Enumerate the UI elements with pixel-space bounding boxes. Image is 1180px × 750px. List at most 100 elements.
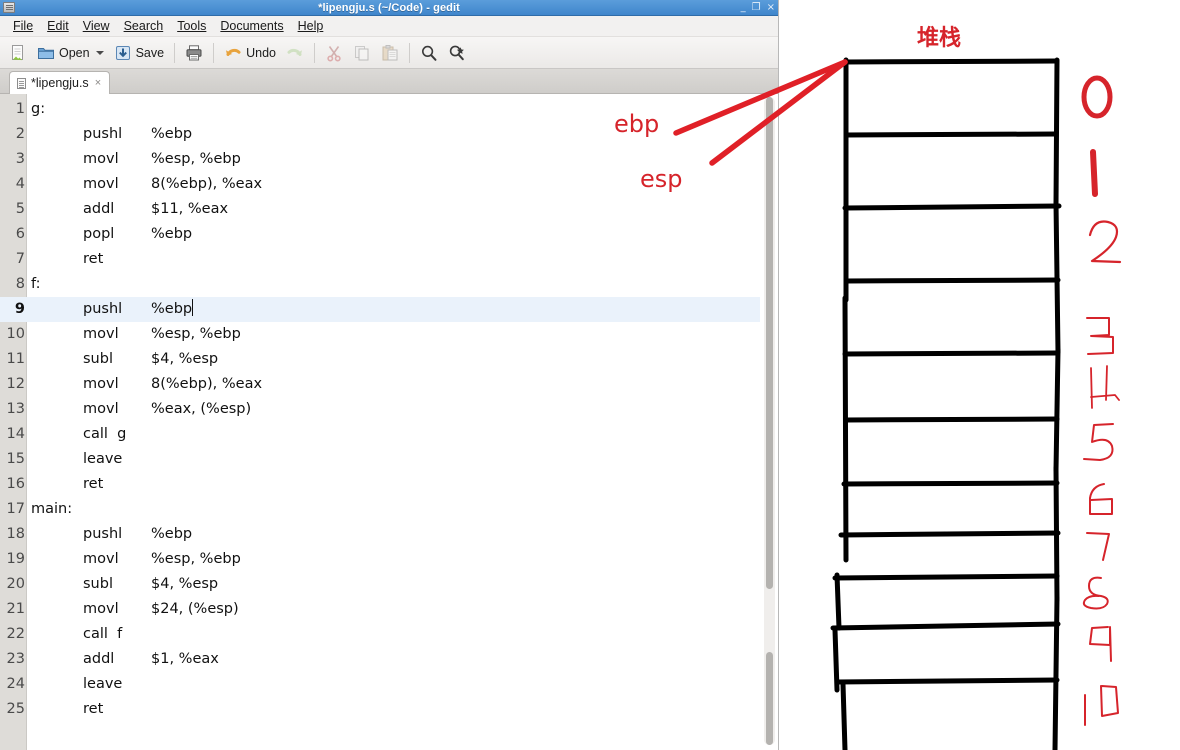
code-text[interactable]: ret [27,697,760,722]
code-text[interactable]: addl $1, %eax [27,647,760,672]
code-line-13[interactable]: 13 movl %eax, (%esp) [0,397,760,422]
open-button[interactable]: Open [33,40,108,66]
undo-button[interactable]: Undo [220,40,280,66]
code-text[interactable]: subl $4, %esp [27,347,760,372]
code-line-5[interactable]: 5 addl $11, %eax [0,197,760,222]
code-text[interactable]: movl %eax, (%esp) [27,397,760,422]
code-line-17[interactable]: 17 main: [0,497,760,522]
maximize-button[interactable]: ❐ [752,0,761,16]
replace-button[interactable] [444,40,470,66]
code-operands: $1, %eax [151,651,219,667]
code-text[interactable]: main: [27,497,760,522]
redo-button[interactable] [282,40,308,66]
menu-help[interactable]: Help [291,16,331,36]
line-number: 5 [15,201,25,217]
code-text[interactable]: pushl %ebp [27,297,760,322]
tab-close-icon[interactable]: × [95,77,101,89]
code-line-22[interactable]: 22 call f [0,622,760,647]
code-text[interactable]: movl 8(%ebp), %eax [27,372,760,397]
scrollbar-thumb-lower[interactable] [766,652,773,745]
code-line-11[interactable]: 11 subl $4, %esp [0,347,760,372]
code-text[interactable]: call g [27,422,760,447]
code-line-19[interactable]: 19 movl %esp, %ebp [0,547,760,572]
close-button[interactable]: × [767,0,775,16]
code-text[interactable]: movl $24, (%esp) [27,597,760,622]
code-text[interactable]: f: [27,272,760,297]
cell-index-4 [1090,365,1120,409]
cut-button[interactable] [321,40,347,66]
code-line-15[interactable]: 15 leave [0,447,760,472]
code-line-25[interactable]: 25 ret [0,697,760,722]
code-operands: %esp, %ebp [151,151,241,167]
menu-edit[interactable]: Edit [40,16,76,36]
menubar: File Edit View Search Tools Documents He… [0,16,778,37]
printer-icon [185,44,203,62]
menu-documents[interactable]: Documents [213,16,290,36]
code-line-20[interactable]: 20 subl $4, %esp [0,572,760,597]
code-line-21[interactable]: 21 movl $24, (%esp) [0,597,760,622]
scrollbar-thumb[interactable] [766,97,773,589]
copy-button[interactable] [349,40,375,66]
open-button-label: Open [59,45,90,60]
code-line-8[interactable]: 8 f: [0,272,760,297]
toolbar-separator-4 [408,42,410,63]
code-mnemonic: g: [31,101,46,117]
find-button[interactable] [416,40,442,66]
menu-search-label: Search [123,19,164,33]
code-line-24[interactable]: 24 leave [0,672,760,697]
code-line-14[interactable]: 14 call g [0,422,760,447]
cell-index-1 [1090,149,1098,197]
code-text[interactable]: ret [27,472,760,497]
menu-file[interactable]: File [6,16,40,36]
new-document-button[interactable] [5,40,31,66]
code-line-12[interactable]: 12 movl 8(%ebp), %eax [0,372,760,397]
code-text[interactable]: pushl %ebp [27,522,760,547]
esp-label: esp [640,165,683,193]
paste-button[interactable] [377,40,403,66]
screenshot-root: *lipengju.s (~/Code) - gedit _ ❐ × File … [0,0,1180,750]
code-mnemonic: pushl [83,526,123,542]
code-text[interactable]: addl $11, %eax [27,197,760,222]
code-mnemonic: movl [83,376,119,392]
menu-tools[interactable]: Tools [170,16,213,36]
code-operands: %ebp [151,226,193,242]
search-icon [420,44,438,62]
code-text[interactable]: leave [27,672,760,697]
minimize-button[interactable]: _ [741,0,746,16]
code-text[interactable]: leave [27,447,760,472]
code-text[interactable]: movl %esp, %ebp [27,547,760,572]
save-button[interactable]: Save [110,40,169,66]
code-operands: %ebp [151,301,193,317]
code-line-16[interactable]: 16 ret [0,472,760,497]
chevron-down-icon[interactable] [95,50,104,55]
code-text[interactable]: movl %esp, %ebp [27,322,760,347]
code-line-6[interactable]: 6 popl %ebp [0,222,760,247]
code-mnemonic: call f [83,626,123,642]
code-line-18[interactable]: 18 pushl %ebp [0,522,760,547]
new-document-icon [9,44,27,62]
print-button[interactable] [181,40,207,66]
code-line-10[interactable]: 10 movl %esp, %ebp [0,322,760,347]
menu-view[interactable]: View [76,16,117,36]
cell-index-3 [1086,317,1114,355]
code-line-9[interactable]: 9 pushl %ebp [0,297,760,322]
code-text[interactable]: ret [27,247,760,272]
line-number: 12 [6,376,25,392]
cell-index-column [1069,0,1179,750]
tab-lipengju-s[interactable]: *lipengju.s × [9,71,111,94]
window-titlebar[interactable]: *lipengju.s (~/Code) - gedit _ ❐ × [0,0,778,16]
code-text[interactable]: call f [27,622,760,647]
editor-vertical-scrollbar[interactable] [764,97,775,745]
code-line-7[interactable]: 7 ret [0,247,760,272]
code-text[interactable]: popl %ebp [27,222,760,247]
code-line-23[interactable]: 23 addl $1, %eax [0,647,760,672]
code-text[interactable]: subl $4, %esp [27,572,760,597]
menu-search[interactable]: Search [117,16,171,36]
line-number: 19 [6,551,25,567]
